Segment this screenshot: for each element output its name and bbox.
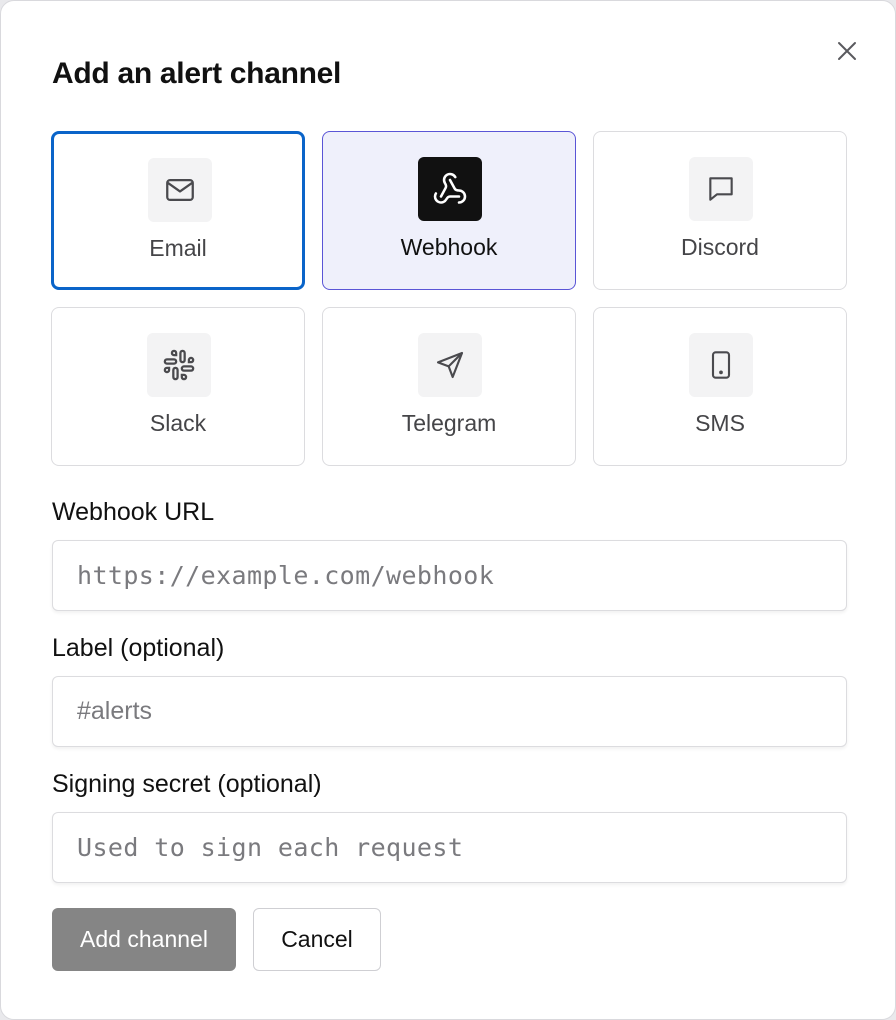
channel-icon-box	[147, 157, 212, 222]
channel-card-webhook[interactable]: Webhook	[322, 131, 576, 290]
channel-icon-box	[689, 333, 753, 397]
webhook-icon	[433, 172, 467, 204]
webhook-url-label: Webhook URL	[52, 498, 215, 526]
channel-icon-box	[689, 157, 753, 221]
channel-label: Slack	[149, 410, 207, 436]
channel-label: Webhook	[400, 234, 498, 260]
webhook-url-input[interactable]	[52, 540, 847, 611]
mail-icon	[165, 178, 194, 201]
add-alert-channel-dialog: Add an alert channel Email Webhook Disco…	[0, 0, 896, 1020]
channel-label: Discord	[681, 234, 759, 260]
channel-card-sms[interactable]: SMS	[593, 307, 847, 466]
signing-secret-input[interactable]	[52, 812, 847, 883]
channel-icon-box	[418, 333, 482, 397]
channel-label: Telegram	[401, 410, 497, 436]
label-input[interactable]	[52, 676, 847, 747]
channel-card-slack[interactable]: Slack	[51, 307, 305, 466]
channel-icon-box	[418, 157, 482, 221]
channel-icon-box	[147, 333, 211, 397]
cancel-button[interactable]: Cancel	[253, 908, 381, 971]
chat-bubble-icon	[709, 177, 733, 201]
label-field-label: Label (optional)	[52, 634, 225, 662]
add-channel-button[interactable]: Add channel	[52, 908, 236, 971]
channel-card-email[interactable]: Email	[51, 131, 305, 290]
close-icon	[838, 42, 856, 60]
paper-plane-icon	[436, 351, 464, 379]
channel-label: Email	[149, 234, 207, 261]
channel-card-telegram[interactable]: Telegram	[322, 307, 576, 466]
signing-secret-label: Signing secret (optional)	[52, 770, 322, 798]
dialog-title: Add an alert channel	[52, 57, 342, 90]
phone-icon	[711, 351, 731, 379]
channel-label: SMS	[695, 410, 745, 436]
channel-card-discord[interactable]: Discord	[593, 131, 847, 290]
close-button[interactable]	[833, 37, 861, 65]
slack-icon	[163, 349, 195, 381]
